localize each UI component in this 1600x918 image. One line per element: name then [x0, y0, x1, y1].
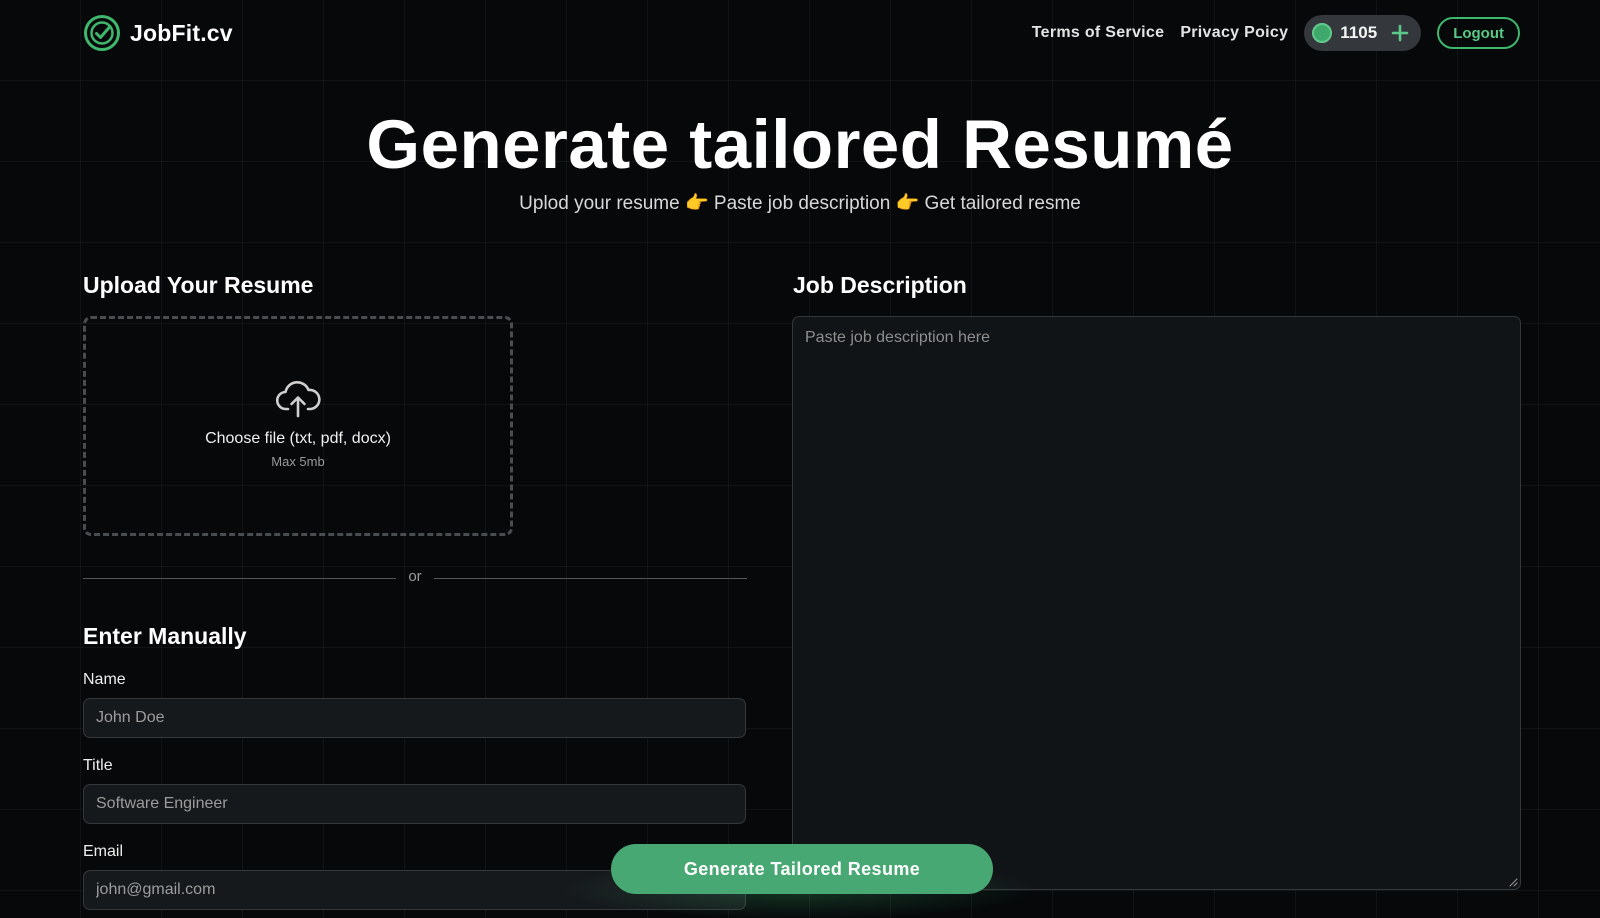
credits-badge[interactable]: 1105	[1304, 15, 1422, 51]
choose-file-label: Choose file (txt, pdf, docx)	[205, 429, 391, 447]
name-label: Name	[83, 671, 126, 688]
manual-section-title: Enter Manually	[83, 623, 247, 649]
page-title: Generate tailored Resumé	[366, 106, 1234, 183]
divider-left	[83, 578, 396, 579]
title-input[interactable]	[83, 784, 746, 824]
brand[interactable]: JobFit.cv	[83, 14, 233, 52]
file-dropzone[interactable]: Choose file (txt, pdf, docx) Max 5mb	[83, 316, 513, 536]
coin-icon	[1312, 23, 1333, 43]
pointing-hand-icon: 👉	[684, 193, 709, 214]
job-description-title: Job Description	[793, 272, 967, 298]
plus-icon[interactable]	[1391, 24, 1409, 42]
title-label: Title	[83, 757, 113, 774]
job-description-textarea[interactable]	[792, 316, 1521, 890]
subtitle-step-get: Get tailored resme	[924, 193, 1081, 214]
divider-or: or	[408, 568, 422, 585]
cloud-upload-icon	[276, 380, 321, 417]
check-circle-icon	[84, 15, 120, 51]
name-input[interactable]	[83, 698, 746, 738]
generate-resume-button[interactable]: Generate Tailored Resume	[611, 844, 993, 894]
max-size-hint: Max 5mb	[271, 453, 325, 469]
divider-right	[434, 578, 747, 579]
subtitle-step-paste: Paste job description	[713, 193, 891, 214]
subtitle-step-upload: Uplod your resume	[519, 193, 680, 214]
credit-count: 1105	[1340, 23, 1378, 42]
page-subtitle: Uplod your resume 👉 Paste job descriptio…	[0, 191, 1600, 215]
resize-handle-icon[interactable]	[1508, 877, 1518, 887]
brand-name: JobFit.cv	[130, 19, 233, 46]
email-label: Email	[83, 843, 124, 860]
nav-links: Terms of Service Privacy Poicy 1105 Logo…	[1032, 15, 1520, 51]
logout-button[interactable]: Logout	[1437, 17, 1520, 49]
pointing-hand-icon: 👉	[895, 193, 920, 214]
privacy-policy-link[interactable]: Privacy Poicy	[1180, 24, 1288, 42]
terms-of-service-link[interactable]: Terms of Service	[1032, 24, 1165, 42]
upload-section-title: Upload Your Resume	[83, 272, 314, 298]
top-navbar: JobFit.cv Terms of Service Privacy Poicy…	[0, 0, 1600, 66]
